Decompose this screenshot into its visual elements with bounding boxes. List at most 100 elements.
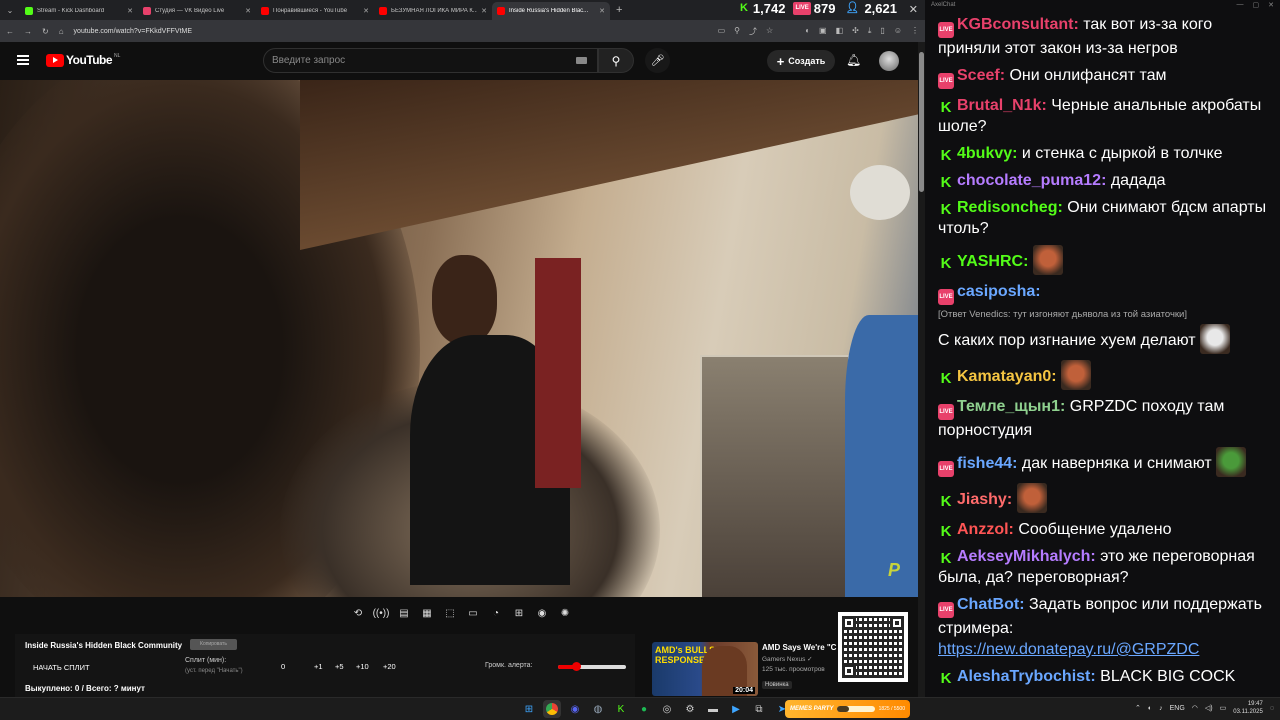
chrome-icon[interactable] bbox=[543, 700, 561, 718]
back-icon[interactable]: ← bbox=[6, 27, 14, 36]
loop-icon[interactable]: ⟲ bbox=[350, 607, 366, 619]
tray-chevron-icon[interactable]: ⌃ bbox=[1135, 704, 1141, 712]
alert-volume-slider[interactable] bbox=[558, 665, 626, 669]
extension-icon[interactable]: ◐ bbox=[805, 26, 810, 37]
chat-username[interactable]: casiposha bbox=[957, 283, 1035, 300]
plus-5-button[interactable]: +5 bbox=[335, 662, 344, 671]
download-icon[interactable]: ⤓ bbox=[868, 26, 872, 37]
sidepanel-icon[interactable]: ▯ bbox=[880, 26, 884, 37]
avatar[interactable] bbox=[879, 51, 899, 71]
tab-search-icon[interactable]: ⌄ bbox=[0, 6, 20, 15]
zoom-icon[interactable]: ⚲ bbox=[734, 26, 740, 37]
start-split-button[interactable]: НАЧАТЬ СПЛИТ bbox=[33, 663, 90, 672]
donate-link[interactable]: https://new.donatepay.ru/@GRPZDC bbox=[938, 641, 1199, 658]
chat-username[interactable]: AekseyMikhalych bbox=[957, 548, 1090, 565]
forward-icon[interactable]: → bbox=[24, 27, 32, 36]
volume-icon[interactable]: ◁) bbox=[1205, 704, 1213, 712]
chat-username[interactable]: Темле_щын1 bbox=[957, 398, 1060, 415]
create-button[interactable]: + Создать bbox=[767, 50, 835, 72]
app-icon[interactable]: ▬ bbox=[704, 700, 722, 718]
settings-gear-icon[interactable]: ✺ bbox=[557, 607, 573, 619]
tab-close-icon[interactable]: ✕ bbox=[245, 7, 251, 15]
hamburger-menu-icon[interactable] bbox=[17, 55, 29, 65]
tab-close-icon[interactable]: ✕ bbox=[127, 7, 133, 15]
clapper-icon[interactable]: ▦ bbox=[419, 607, 435, 619]
home-icon[interactable]: ⌂ bbox=[59, 27, 64, 36]
app-icon[interactable]: ⧉ bbox=[750, 700, 768, 718]
share-icon[interactable]: ⤴ bbox=[749, 26, 757, 37]
tab-close-icon[interactable]: ✕ bbox=[599, 7, 605, 15]
browser-tab[interactable]: Stream - Kick Dashboard ✕ bbox=[20, 2, 138, 20]
alert-volume-knob[interactable] bbox=[572, 662, 582, 671]
kebab-menu-icon[interactable]: ⋮ bbox=[911, 26, 919, 37]
battery-icon[interactable]: ▭ bbox=[1220, 704, 1227, 712]
puzzle-icon[interactable]: ✣ bbox=[852, 26, 859, 37]
chat-username[interactable]: 4bukvy bbox=[957, 145, 1012, 162]
split-value[interactable]: 0 bbox=[281, 662, 285, 671]
cast-icon[interactable]: ▭ bbox=[718, 26, 726, 37]
recommended-thumbnail[interactable]: AMD's BULLSH RESPONSE 20:04 bbox=[652, 642, 758, 696]
steam-icon[interactable]: ◍ bbox=[589, 700, 607, 718]
plus-20-button[interactable]: +20 bbox=[383, 662, 396, 671]
chat-username[interactable]: Redisoncheg bbox=[957, 199, 1057, 216]
recommended-info[interactable]: AMD Says We're "C Gamers Nexus ✓ 125 тыс… bbox=[762, 643, 842, 691]
camera-icon[interactable]: ◉ bbox=[534, 607, 550, 619]
tab-close-icon[interactable]: ✕ bbox=[363, 7, 369, 15]
chat-username[interactable]: Anzzol bbox=[957, 521, 1009, 538]
video-player[interactable]: P bbox=[0, 80, 920, 597]
broadcast-icon[interactable]: ((•)) bbox=[373, 607, 390, 619]
chat-username[interactable]: Kamatayan0 bbox=[957, 368, 1051, 385]
resize-icon[interactable]: ⬚ bbox=[442, 607, 458, 619]
chat-username[interactable]: Jiashy bbox=[957, 491, 1007, 508]
maximize-icon[interactable]: ▢ bbox=[1253, 1, 1260, 9]
language-indicator[interactable]: ENG bbox=[1170, 705, 1185, 712]
windows-start-icon[interactable]: ⊞ bbox=[520, 700, 538, 718]
chat-username[interactable]: AleshaTrybochist bbox=[957, 668, 1090, 685]
tray-mic-icon[interactable]: ♪ bbox=[1159, 705, 1163, 712]
speed-icon[interactable]: ◔ bbox=[488, 607, 504, 619]
wifi-icon[interactable]: ◠ bbox=[1192, 704, 1198, 712]
copy-button[interactable]: Копировать bbox=[190, 639, 237, 650]
chat-username[interactable]: Sceef bbox=[957, 67, 1000, 84]
kick-icon[interactable]: K bbox=[612, 700, 630, 718]
app-icon[interactable]: ⚙ bbox=[681, 700, 699, 718]
obs-icon[interactable]: ◎ bbox=[658, 700, 676, 718]
notification-icon[interactable]: ◌ bbox=[1270, 705, 1274, 712]
search-input[interactable]: Введите запрос bbox=[263, 48, 598, 73]
chat-username[interactable]: Brutal_N1k bbox=[957, 97, 1041, 114]
reload-icon[interactable]: ↻ bbox=[42, 27, 49, 36]
scrollbar-thumb[interactable] bbox=[919, 52, 924, 192]
page-scrollbar[interactable] bbox=[918, 42, 925, 697]
voice-search-button[interactable]: 🎤︎ bbox=[645, 48, 670, 73]
chat-username[interactable]: fishe44 bbox=[957, 455, 1012, 472]
plus-1-button[interactable]: +1 bbox=[314, 662, 323, 671]
recommended-title[interactable]: AMD Says We're "C bbox=[762, 643, 842, 652]
spotify-icon[interactable]: ● bbox=[635, 700, 653, 718]
tab-close-icon[interactable]: ✕ bbox=[481, 7, 487, 15]
new-tab-button[interactable]: + bbox=[616, 4, 622, 16]
chat-username[interactable]: chocolate_puma12 bbox=[957, 172, 1101, 189]
chat-username[interactable]: YASHRC bbox=[957, 253, 1023, 270]
browser-tab[interactable]: Студия — VK Видео Live ✕ bbox=[138, 2, 256, 20]
youtube-logo[interactable]: YouTube NL bbox=[46, 53, 120, 67]
browser-tab[interactable]: Понравившиеся - YouTube ✕ bbox=[256, 2, 374, 20]
screen-icon[interactable]: ▤ bbox=[396, 607, 412, 619]
discord-icon[interactable]: ◉ bbox=[566, 700, 584, 718]
url-field[interactable]: youtube.com/watch?v=FKkdVFFVtME bbox=[74, 28, 708, 35]
profile-icon[interactable]: ☺ bbox=[894, 26, 902, 37]
chat-username[interactable]: KGBconsultant bbox=[957, 16, 1073, 33]
cinema-icon[interactable]: ▭ bbox=[465, 607, 481, 619]
media-player-icon[interactable]: ▶ bbox=[727, 700, 745, 718]
search-button[interactable]: ⚲ bbox=[598, 48, 634, 73]
extension-icon[interactable]: ▣ bbox=[819, 26, 827, 37]
plus-10-button[interactable]: +10 bbox=[356, 662, 369, 671]
bookmark-star-icon[interactable]: ☆ bbox=[766, 26, 773, 37]
minimize-icon[interactable]: — bbox=[1237, 1, 1244, 9]
tray-app-icon[interactable]: ◐ bbox=[1148, 705, 1152, 712]
memes-party-widget[interactable]: MEMES PARTY 1825 / 5500 bbox=[785, 700, 910, 718]
close-icon[interactable]: ✕ bbox=[1268, 1, 1274, 9]
window-close-icon[interactable]: ✕ bbox=[909, 3, 918, 16]
keyboard-icon[interactable] bbox=[576, 57, 587, 64]
browser-tab[interactable]: БЕЗУМНАЯ ЛОГИКА МИРА К... ✕ bbox=[374, 2, 492, 20]
add-box-icon[interactable]: ⊞ bbox=[511, 607, 527, 619]
